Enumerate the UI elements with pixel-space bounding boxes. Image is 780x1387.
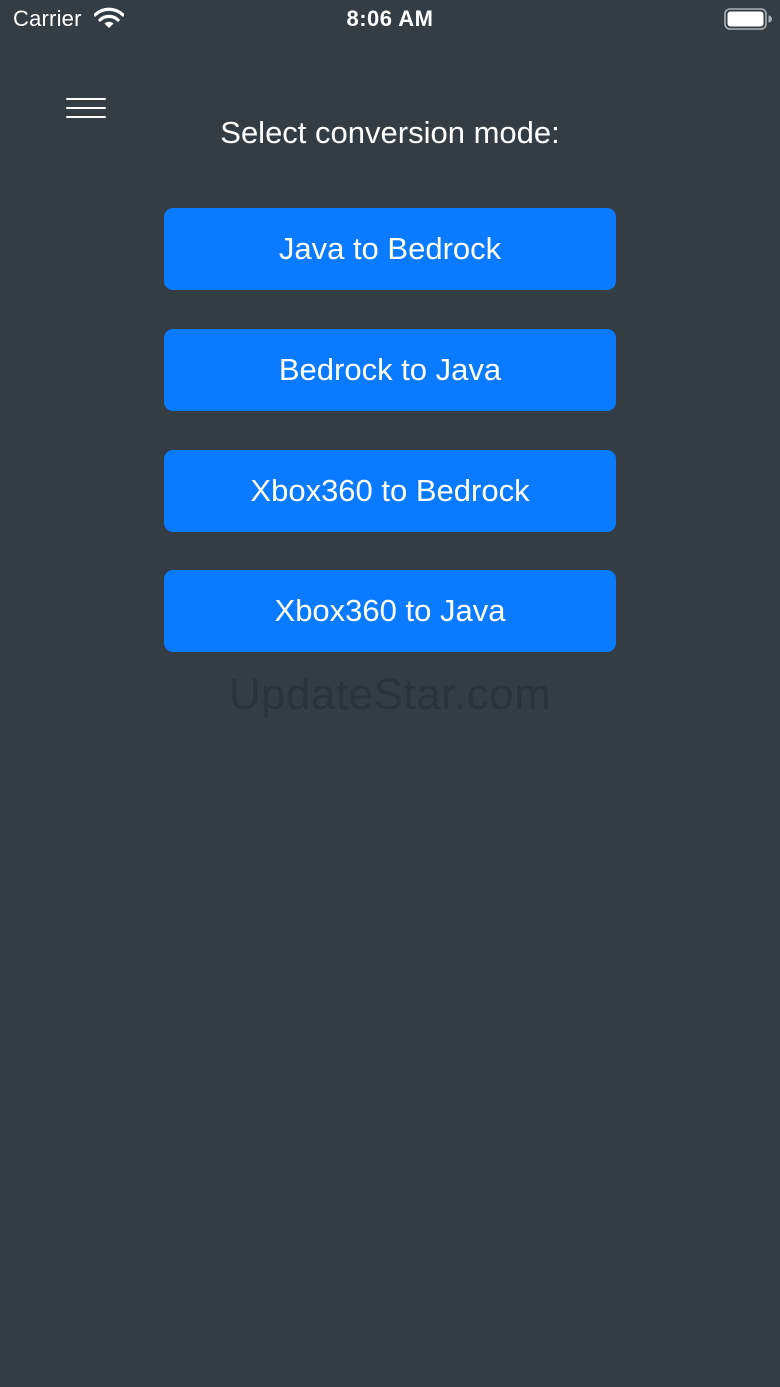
bedrock-to-java-button[interactable]: Bedrock to Java <box>164 329 616 411</box>
watermark: UpdateStar.com <box>228 670 552 719</box>
battery-full-icon <box>724 8 772 30</box>
conversion-mode-prompt: Select conversion mode: <box>220 115 560 150</box>
xbox360-to-bedrock-button[interactable]: Xbox360 to Bedrock <box>164 450 616 532</box>
menu-line <box>66 98 106 100</box>
java-to-bedrock-button[interactable]: Java to Bedrock <box>164 208 616 290</box>
status-bar: Carrier 8:06 AM <box>0 0 780 40</box>
menu-line <box>66 107 106 109</box>
xbox360-to-java-button[interactable]: Xbox360 to Java <box>164 570 616 652</box>
clock-time: 8:06 AM <box>346 6 434 31</box>
